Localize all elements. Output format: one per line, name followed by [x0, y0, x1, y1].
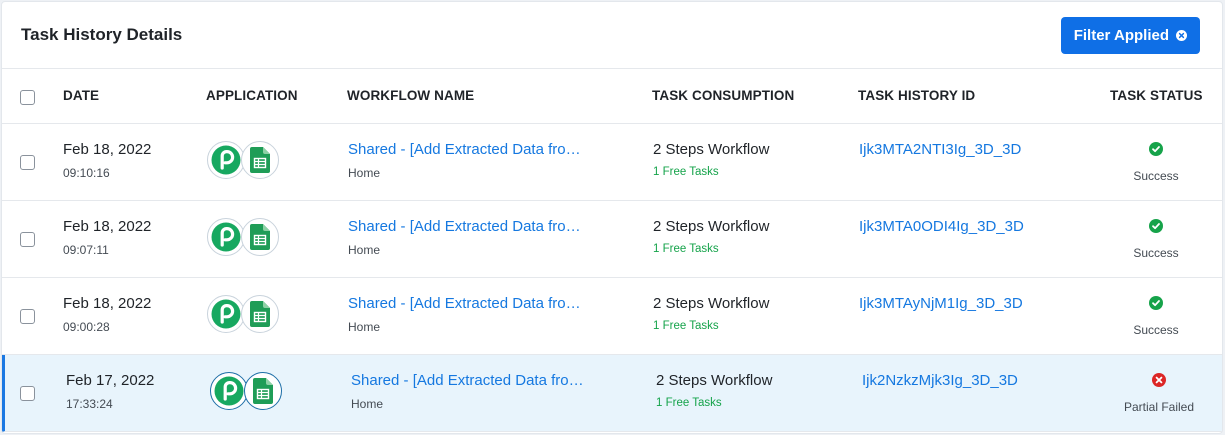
- column-header-task-history-id[interactable]: TASK HISTORY ID: [858, 88, 975, 103]
- success-check-icon: [1149, 142, 1163, 156]
- task-history-panel: Task History Details Filter Applied DATE…: [1, 1, 1223, 434]
- task-status: Success: [1106, 219, 1206, 260]
- task-history-id-link[interactable]: Ijk3MTA0ODI4Ig_3D_3D: [859, 218, 1024, 235]
- pabbly-icon: [207, 218, 245, 256]
- status-text: Partial Failed: [1123, 400, 1195, 414]
- workflow-folder: Home: [348, 166, 381, 180]
- task-consumption: 2 Steps Workflow: [656, 372, 773, 389]
- google-sheets-icon: [241, 141, 279, 179]
- task-consumption: 2 Steps Workflow: [653, 141, 770, 158]
- row-time: 09:00:28: [63, 320, 110, 334]
- page-title: Task History Details: [21, 25, 183, 44]
- pabbly-icon: [207, 295, 245, 333]
- task-history-rows: Feb 18, 2022 09:10:16 Shared - [Add Extr…: [2, 124, 1222, 432]
- workflow-folder: Home: [348, 320, 381, 334]
- row-time: 09:10:16: [63, 166, 110, 180]
- row-checkbox[interactable]: [20, 309, 35, 324]
- row-date: Feb 17, 2022: [66, 372, 155, 389]
- row-date: Feb 18, 2022: [63, 295, 152, 312]
- filter-applied-button[interactable]: Filter Applied: [1060, 16, 1200, 54]
- column-header-task-consumption[interactable]: TASK CONSUMPTION: [652, 88, 794, 103]
- task-status: Partial Failed: [1109, 373, 1209, 414]
- task-history-id-link[interactable]: Ijk3MTA2NTI3Ig_3D_3D: [859, 141, 1021, 158]
- row-time: 17:33:24: [66, 397, 113, 411]
- row-checkbox[interactable]: [20, 232, 35, 247]
- free-tasks-count: 1 Free Tasks: [653, 166, 719, 178]
- workflow-name-link[interactable]: Shared - [Add Extracted Data fro…: [348, 295, 581, 312]
- application-icons: [207, 218, 279, 256]
- workflow-folder: Home: [348, 243, 381, 257]
- status-text: Success: [1133, 246, 1179, 260]
- pabbly-icon: [207, 141, 245, 179]
- table-row[interactable]: Feb 18, 2022 09:10:16 Shared - [Add Extr…: [2, 124, 1222, 201]
- task-status: Success: [1106, 296, 1206, 337]
- task-history-id-link[interactable]: Ijk3MTAyNjM1Ig_3D_3D: [859, 295, 1023, 312]
- application-icons: [207, 141, 279, 179]
- workflow-name-link[interactable]: Shared - [Add Extracted Data fro…: [348, 141, 581, 158]
- column-header-workflow-name[interactable]: WORKFLOW NAME: [347, 88, 474, 103]
- select-all-checkbox[interactable]: [20, 90, 35, 105]
- application-icons: [207, 295, 279, 333]
- table-row[interactable]: Feb 18, 2022 09:07:11 Shared - [Add Extr…: [2, 201, 1222, 278]
- google-sheets-icon: [241, 295, 279, 333]
- success-check-icon: [1149, 219, 1163, 233]
- row-date: Feb 18, 2022: [63, 218, 152, 235]
- google-sheets-icon: [244, 372, 282, 410]
- free-tasks-count: 1 Free Tasks: [656, 397, 722, 409]
- row-checkbox[interactable]: [20, 386, 35, 401]
- column-header-application[interactable]: APPLICATION: [206, 88, 298, 103]
- task-consumption: 2 Steps Workflow: [653, 295, 770, 312]
- task-consumption: 2 Steps Workflow: [653, 218, 770, 235]
- task-status: Success: [1106, 142, 1206, 183]
- filter-applied-label: Filter Applied: [1073, 26, 1169, 44]
- table-header-row: DATE APPLICATION WORKFLOW NAME TASK CONS…: [2, 69, 1222, 124]
- workflow-name-link[interactable]: Shared - [Add Extracted Data fro…: [348, 218, 581, 235]
- table-row[interactable]: Feb 17, 2022 17:33:24 Shared - [Add Extr…: [2, 355, 1222, 432]
- row-checkbox[interactable]: [20, 155, 35, 170]
- table-row[interactable]: Feb 18, 2022 09:00:28 Shared - [Add Extr…: [2, 278, 1222, 355]
- column-header-date[interactable]: DATE: [63, 88, 99, 103]
- success-check-icon: [1149, 296, 1163, 310]
- free-tasks-count: 1 Free Tasks: [653, 243, 719, 255]
- workflow-name-link[interactable]: Shared - [Add Extracted Data fro…: [351, 372, 584, 389]
- workflow-folder: Home: [351, 397, 384, 411]
- row-time: 09:07:11: [63, 243, 109, 257]
- task-history-id-link[interactable]: Ijk2NzkzMjk3Ig_3D_3D: [862, 372, 1018, 389]
- google-sheets-icon: [241, 218, 279, 256]
- failed-x-icon: [1152, 373, 1166, 387]
- pabbly-icon: [210, 372, 248, 410]
- status-text: Success: [1133, 169, 1179, 183]
- row-date: Feb 18, 2022: [63, 141, 152, 158]
- clear-filter-icon[interactable]: [1176, 29, 1187, 41]
- application-icons: [210, 372, 282, 410]
- status-text: Success: [1133, 323, 1179, 337]
- panel-header: Task History Details Filter Applied: [2, 2, 1222, 69]
- free-tasks-count: 1 Free Tasks: [653, 320, 719, 332]
- column-header-task-status[interactable]: TASK STATUS: [1110, 88, 1203, 103]
